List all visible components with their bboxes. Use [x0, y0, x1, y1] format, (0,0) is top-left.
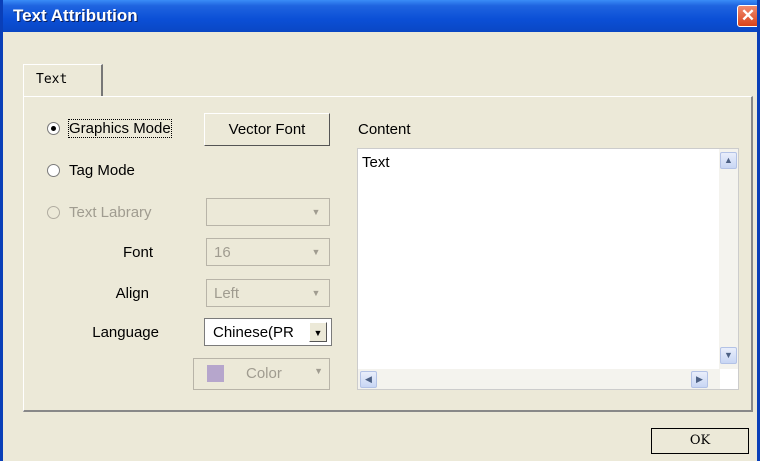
- radio-tag-mode-label: Tag Mode: [69, 162, 135, 179]
- chevron-down-icon: ▼: [314, 366, 323, 376]
- chevron-down-icon: ▼: [311, 288, 321, 298]
- radio-text-library-label: Text Labrary: [69, 204, 152, 221]
- text-library-select[interactable]: ▼: [206, 198, 330, 226]
- radio-tag-mode-indicator[interactable]: [47, 164, 60, 177]
- window-title: Text Attribution: [13, 6, 138, 25]
- vertical-scrollbar[interactable]: ▲ ▼: [719, 149, 738, 369]
- language-label: Language: [92, 324, 159, 341]
- color-button-label: Color: [246, 365, 282, 382]
- color-swatch: [207, 365, 224, 382]
- content-text: Text: [362, 154, 390, 171]
- scroll-left-arrow-icon[interactable]: ◀: [360, 371, 377, 388]
- color-button[interactable]: Color ▼: [193, 358, 330, 390]
- align-label: Align: [115, 285, 149, 302]
- ok-button[interactable]: OK: [651, 428, 749, 454]
- chevron-down-icon: ▼: [311, 207, 321, 217]
- radio-graphics-mode-indicator[interactable]: [47, 122, 60, 135]
- font-select-value: 16: [214, 244, 231, 261]
- chevron-down-icon: ▼: [311, 247, 321, 257]
- title-bar[interactable]: Text Attribution ✕: [3, 0, 757, 32]
- scroll-down-arrow-icon[interactable]: ▼: [720, 347, 737, 364]
- content-textarea[interactable]: Text ▲ ▼ ◀ ▶: [357, 148, 739, 390]
- tab-text[interactable]: Text: [23, 64, 103, 96]
- font-label: Font: [122, 244, 153, 261]
- font-select[interactable]: 16 ▼: [206, 238, 330, 266]
- language-select-value: Chinese(PR: [213, 324, 294, 341]
- content-label: Content: [358, 121, 411, 138]
- close-button[interactable]: ✕: [737, 5, 757, 27]
- text-attribution-dialog: Text Attribution ✕ Text Graphics Mode Ta…: [0, 0, 760, 461]
- align-select[interactable]: Left ▼: [206, 279, 330, 307]
- ok-button-label: OK: [689, 433, 711, 448]
- close-icon: ✕: [740, 6, 756, 25]
- tab-text-label: Text: [36, 72, 68, 87]
- language-select[interactable]: Chinese(PR ▼: [204, 318, 332, 346]
- vector-font-button-label: Vector Font: [228, 121, 306, 138]
- vector-font-button[interactable]: Vector Font: [204, 113, 330, 146]
- radio-text-library-indicator[interactable]: [47, 206, 60, 219]
- radio-graphics-mode-label: Graphics Mode: [68, 119, 172, 138]
- chevron-down-icon[interactable]: ▼: [309, 322, 327, 342]
- align-select-value: Left: [214, 285, 240, 302]
- scroll-right-arrow-icon[interactable]: ▶: [691, 371, 708, 388]
- scroll-up-arrow-icon[interactable]: ▲: [720, 152, 737, 169]
- horizontal-scrollbar[interactable]: ◀ ▶: [358, 369, 720, 389]
